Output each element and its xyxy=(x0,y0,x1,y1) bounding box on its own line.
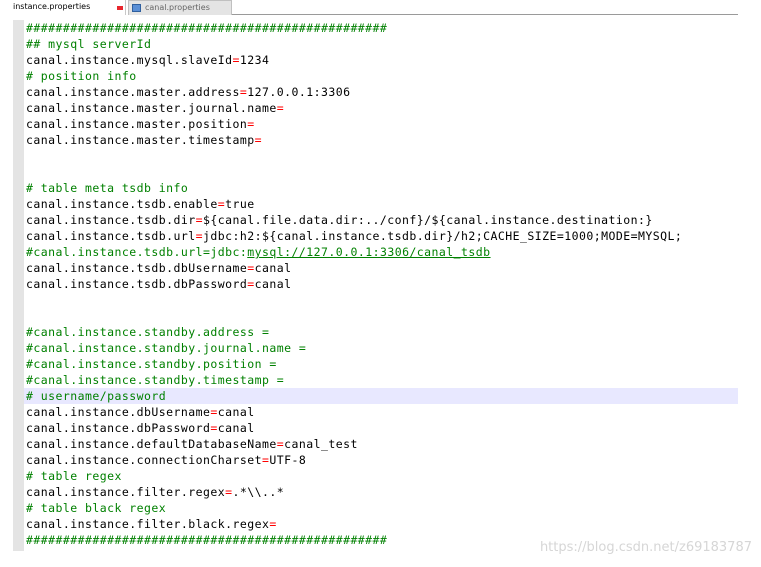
property-key: canal.instance.connectionCharset xyxy=(26,453,262,467)
comment-text: #canal.instance.standby.timestamp = xyxy=(26,373,285,387)
equals-operator: = xyxy=(217,197,226,211)
property-key: canal.instance.tsdb.dbUsername xyxy=(26,261,248,275)
property-key: canal.instance.tsdb.url xyxy=(26,229,196,243)
property-key: canal.instance.master.timestamp xyxy=(26,133,255,147)
property-key: canal.instance.dbPassword xyxy=(26,421,211,435)
comment-text: #canal.instance.standby.journal.name = xyxy=(26,341,307,355)
comment-text: # position info xyxy=(26,69,137,83)
code-line[interactable]: canal.instance.defaultDatabaseName=canal… xyxy=(26,436,738,452)
code-line[interactable] xyxy=(26,308,738,324)
unsaved-icon xyxy=(117,6,123,10)
property-value: 1234 xyxy=(239,53,270,67)
comment-text: #canal.instance.standby.address = xyxy=(26,325,270,339)
code-line[interactable]: canal.instance.dbPassword=canal xyxy=(26,420,738,436)
code-line[interactable]: canal.instance.filter.regex=.*\\..* xyxy=(26,484,738,500)
code-line[interactable]: canal.instance.mysql.slaveId=1234 xyxy=(26,52,738,68)
code-line[interactable]: canal.instance.master.position= xyxy=(26,116,738,132)
property-value: canal xyxy=(254,277,292,291)
tab-canal-properties[interactable]: canal.properties xyxy=(128,0,232,15)
code-line[interactable]: canal.instance.master.journal.name= xyxy=(26,100,738,116)
property-value: .*\\..* xyxy=(232,485,285,499)
code-line[interactable]: #canal.instance.standby.address = xyxy=(26,324,738,340)
equals-operator: = xyxy=(232,53,240,67)
property-value: 127.0.0.1:3306 xyxy=(247,85,351,99)
code-line[interactable]: canal.instance.tsdb.url=jdbc:h2:${canal.… xyxy=(26,228,738,244)
property-key: canal.instance.dbUsername xyxy=(26,405,211,419)
tab-instance-properties[interactable]: instance.properties xyxy=(12,0,126,15)
equals-operator: = xyxy=(195,229,203,243)
tab-label: instance.properties xyxy=(13,2,91,11)
equals-operator: = xyxy=(247,117,255,131)
comment-text: # table meta tsdb info xyxy=(26,181,189,195)
code-line[interactable]: canal.instance.tsdb.dir=${canal.file.dat… xyxy=(26,212,738,228)
comment-text: ## mysql serverId xyxy=(26,37,152,51)
editor-gutter xyxy=(13,20,24,551)
code-line[interactable]: #canal.instance.standby.position = xyxy=(26,356,738,372)
code-line[interactable]: canal.instance.tsdb.enable=true xyxy=(26,196,738,212)
property-key: canal.instance.defaultDatabaseName xyxy=(26,437,277,451)
code-line[interactable] xyxy=(26,292,738,308)
property-key: canal.instance.tsdb.dir xyxy=(26,213,196,227)
equals-operator: = xyxy=(210,421,218,435)
code-line[interactable]: canal.instance.dbUsername=canal xyxy=(26,404,738,420)
comment-text: ########################################… xyxy=(26,533,388,547)
url-link[interactable]: mysql://127.0.0.1:3306/canal_tsdb xyxy=(247,245,490,259)
code-line[interactable]: ########################################… xyxy=(26,20,738,36)
code-line[interactable]: canal.instance.master.address=127.0.0.1:… xyxy=(26,84,738,100)
editor-lines[interactable]: ########################################… xyxy=(24,20,738,548)
equals-operator: = xyxy=(195,213,203,227)
tab-label: canal.properties xyxy=(145,3,210,12)
code-line[interactable]: #canal.instance.standby.timestamp = xyxy=(26,372,738,388)
property-key: canal.instance.filter.black.regex xyxy=(26,517,270,531)
property-key: canal.instance.tsdb.dbPassword xyxy=(26,277,248,291)
equals-operator: = xyxy=(254,133,262,147)
file-icon xyxy=(132,4,141,12)
code-line[interactable]: # table meta tsdb info xyxy=(26,180,738,196)
property-value: ${canal.file.data.dir:../conf}/${canal.i… xyxy=(202,213,653,227)
tab-strip-divider xyxy=(232,14,738,15)
property-key: canal.instance.mysql.slaveId xyxy=(26,53,233,67)
equals-operator: = xyxy=(247,277,255,291)
code-editor[interactable]: ########################################… xyxy=(13,20,738,551)
code-line[interactable]: ## mysql serverId xyxy=(26,36,738,52)
code-line[interactable]: canal.instance.filter.black.regex= xyxy=(26,516,738,532)
equals-operator: = xyxy=(269,517,277,531)
property-value: UTF-8 xyxy=(269,453,307,467)
equals-operator: = xyxy=(276,437,285,451)
property-key: canal.instance.master.journal.name xyxy=(26,101,277,115)
property-key: canal.instance.master.address xyxy=(26,85,240,99)
code-line[interactable]: canal.instance.tsdb.dbPassword=canal xyxy=(26,276,738,292)
equals-operator: = xyxy=(247,261,255,275)
code-line[interactable]: #canal.instance.tsdb.url=jdbc:mysql://12… xyxy=(26,244,738,260)
code-line[interactable]: canal.instance.tsdb.dbUsername=canal xyxy=(26,260,738,276)
code-line[interactable] xyxy=(26,148,738,164)
code-line[interactable]: # username/password xyxy=(24,388,738,404)
code-line[interactable]: canal.instance.master.timestamp= xyxy=(26,132,738,148)
comment-text: #canal.instance.tsdb.url=jdbc: xyxy=(26,245,248,259)
comment-text: # table black regex xyxy=(26,501,167,515)
code-line[interactable]: # position info xyxy=(26,68,738,84)
comment-text: # table regex xyxy=(26,469,122,483)
code-line[interactable]: # table regex xyxy=(26,468,738,484)
property-value: true xyxy=(225,197,255,211)
property-value: jdbc:h2:${canal.instance.tsdb.dir}/h2;CA… xyxy=(202,229,683,243)
code-line[interactable] xyxy=(26,164,738,180)
equals-operator: = xyxy=(210,405,218,419)
property-value: canal xyxy=(254,261,292,275)
property-value: canal xyxy=(217,405,255,419)
property-key: canal.instance.tsdb.enable xyxy=(26,197,218,211)
code-line[interactable]: # table black regex xyxy=(26,500,738,516)
code-line[interactable]: #canal.instance.standby.journal.name = xyxy=(26,340,738,356)
property-value: canal xyxy=(217,421,255,435)
comment-text: #canal.instance.standby.position = xyxy=(26,357,277,371)
property-key: canal.instance.master.position xyxy=(26,117,248,131)
comment-text: # username/password xyxy=(26,389,167,403)
property-value: canal_test xyxy=(284,437,358,451)
comment-text: ########################################… xyxy=(26,21,388,35)
equals-operator: = xyxy=(276,101,285,115)
code-line[interactable]: canal.instance.connectionCharset=UTF-8 xyxy=(26,452,738,468)
watermark: https://blog.csdn.net/z69183787 xyxy=(539,540,752,555)
tab-bar: instance.properties canal.properties xyxy=(0,0,761,16)
property-key: canal.instance.filter.regex xyxy=(26,485,226,499)
